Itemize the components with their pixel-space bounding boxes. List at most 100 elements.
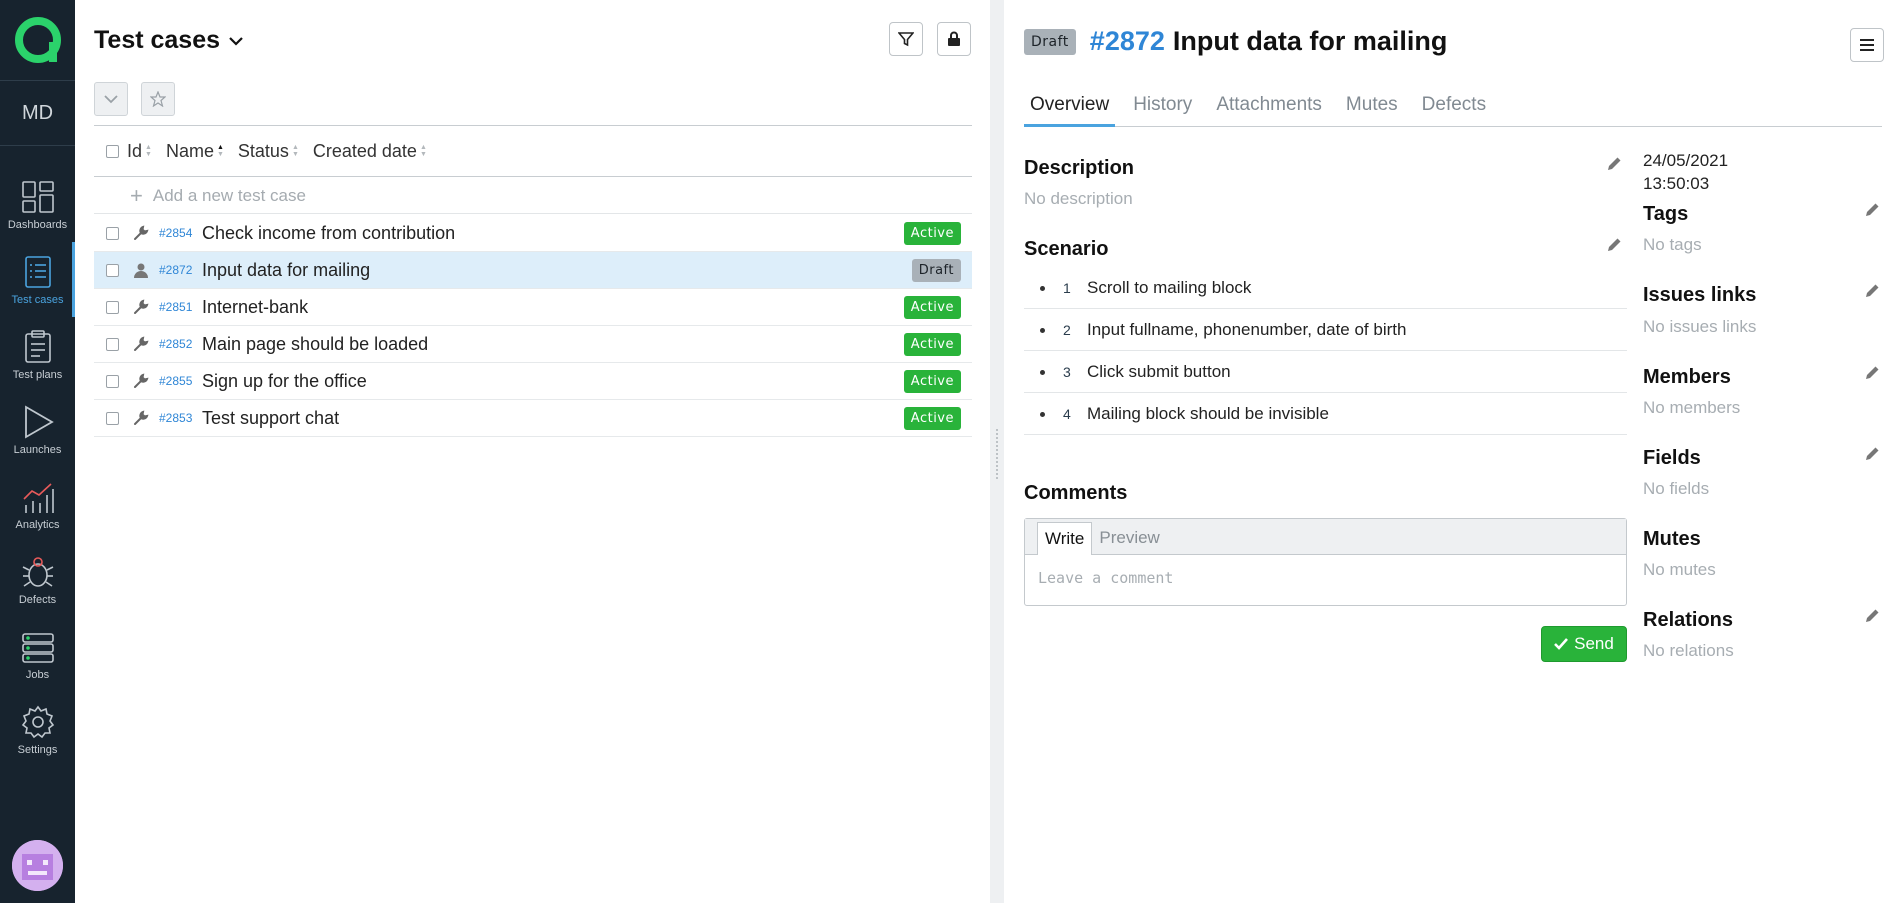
list-title-dropdown[interactable]: Test cases [94,26,244,55]
scenario-step[interactable]: 3 Click submit button [1024,352,1627,393]
detail-status-badge: Draft [1024,28,1076,55]
add-test-case-row[interactable]: + Add a new test case [94,178,972,214]
edit-relations-icon[interactable] [1865,608,1880,623]
pane-splitter[interactable] [990,0,1004,903]
step-number: 4 [1063,406,1071,422]
row-name: Test support chat [202,407,340,428]
comment-tab-write[interactable]: Write [1037,522,1093,555]
edit-members-icon[interactable] [1865,365,1880,380]
scenario-step[interactable]: 1 Scroll to mailing block [1024,268,1627,309]
send-comment-button[interactable]: Send [1541,626,1627,662]
menu-button[interactable] [1850,28,1884,62]
scenario-step[interactable]: 2 Input fullname, phonenumber, date of b… [1024,310,1627,351]
description-empty: No description [1024,189,1133,208]
nav-item-launches[interactable]: Launches [0,392,75,467]
drag-handle-icon[interactable] [995,428,999,480]
row-checkbox[interactable] [106,300,119,314]
sort-icon: ▲ ▼ [419,144,427,158]
filter-button[interactable] [889,22,923,56]
star-icon [150,91,166,107]
tab-overview[interactable]: Overview [1024,90,1116,127]
wrench-icon [132,409,150,427]
table-row-selected[interactable]: #2872 Input data for mailing Draft [94,252,972,289]
send-label: Send [1574,634,1614,653]
row-checkbox[interactable] [106,226,119,240]
scenario-step[interactable]: 4 Mailing block should be invisible [1024,394,1627,435]
row-checkbox[interactable] [106,263,119,277]
row-id[interactable]: #2852 [159,337,194,351]
mutes-title: Mutes [1643,528,1701,550]
app-logo[interactable] [0,0,75,81]
comments-title: Comments [1024,482,1128,504]
row-checkbox[interactable] [106,411,119,425]
dashboards-icon [21,180,54,213]
column-created-date[interactable]: Created date ▲ ▼ [313,141,427,162]
row-name: Sign up for the office [202,370,367,391]
members-empty: No members [1643,398,1741,417]
detail-header: Draft #2872 Input data for mailing [1024,26,1447,57]
edit-tags-icon[interactable] [1865,202,1880,217]
column-name[interactable]: Name ▲ ▼ [166,141,224,162]
user-avatar[interactable] [12,840,63,891]
table-row[interactable]: #2852 Main page should be loaded Active [94,326,972,363]
column-id[interactable]: Id ▲ ▼ [127,141,152,162]
detail-title: Input data for mailing [1172,26,1448,56]
lock-icon [948,31,960,46]
column-id-label: Id [127,140,143,161]
detail-id[interactable]: #2872 [1090,26,1165,57]
table-row[interactable]: #2851 Internet-bank Active [94,289,972,326]
lock-button[interactable] [937,22,971,56]
wrench-icon [132,335,150,353]
bug-icon [22,556,53,587]
hamburger-icon [1860,39,1874,51]
nav-item-test-plans[interactable]: Test plans [0,317,75,392]
tags-empty: No tags [1643,235,1702,254]
bullet-icon [1040,411,1045,417]
comment-editor: Write Preview [1024,518,1627,606]
comment-input[interactable] [1025,555,1626,605]
row-id[interactable]: #2855 [159,374,194,388]
list-title: Test cases [94,26,221,54]
edit-scenario-icon[interactable] [1607,237,1622,252]
step-number: 1 [1063,280,1071,296]
table-row[interactable]: #2853 Test support chat Active [94,400,972,437]
nav-item-analytics[interactable]: Analytics [0,467,75,542]
nav-item-settings[interactable]: Settings [0,692,75,767]
column-status-label: Status [237,140,289,161]
column-status[interactable]: Status ▲ ▼ [238,141,299,162]
fields-title: Fields [1643,447,1701,469]
row-checkbox[interactable] [106,337,119,351]
favorite-button[interactable] [141,82,175,116]
bulk-select-button[interactable] [94,82,128,116]
checkmark-icon [1554,638,1569,650]
nav-item-dashboards[interactable]: Dashboards [0,167,75,242]
created-date: 24/05/2021 [1643,151,1729,170]
edit-fields-icon[interactable] [1865,446,1880,461]
edit-description-icon[interactable] [1607,156,1622,171]
nav-item-defects[interactable]: Defects [0,542,75,617]
column-name-label: Name [165,140,214,161]
tab-mutes[interactable]: Mutes [1340,90,1404,126]
sort-icon: ▲ ▼ [145,144,152,158]
row-id[interactable]: #2854 [159,226,194,240]
row-id[interactable]: #2851 [159,300,194,314]
table-row[interactable]: #2854 Check income from contribution Act… [94,215,972,252]
row-id[interactable]: #2872 [159,263,194,277]
table-row[interactable]: #2855 Sign up for the office Active [94,363,972,400]
tab-history[interactable]: History [1127,90,1198,126]
test-plans-icon [24,329,51,363]
nav-label-test-plans: Test plans [12,368,63,381]
tab-attachments[interactable]: Attachments [1210,90,1328,126]
row-checkbox[interactable] [106,374,119,388]
tab-defects[interactable]: Defects [1416,90,1492,126]
nav-item-test-cases[interactable]: Test cases [0,242,75,317]
project-initials[interactable]: MD [0,81,75,146]
row-id[interactable]: #2853 [159,411,194,425]
status-badge: Active [903,406,961,430]
comment-tab-preview[interactable]: Preview [1092,522,1166,554]
edit-issues-links-icon[interactable] [1865,283,1880,298]
issues-links-empty: No issues links [1643,317,1757,336]
select-all-checkbox[interactable] [106,144,119,158]
status-badge: Draft [911,258,961,282]
nav-item-jobs[interactable]: Jobs [0,617,75,692]
